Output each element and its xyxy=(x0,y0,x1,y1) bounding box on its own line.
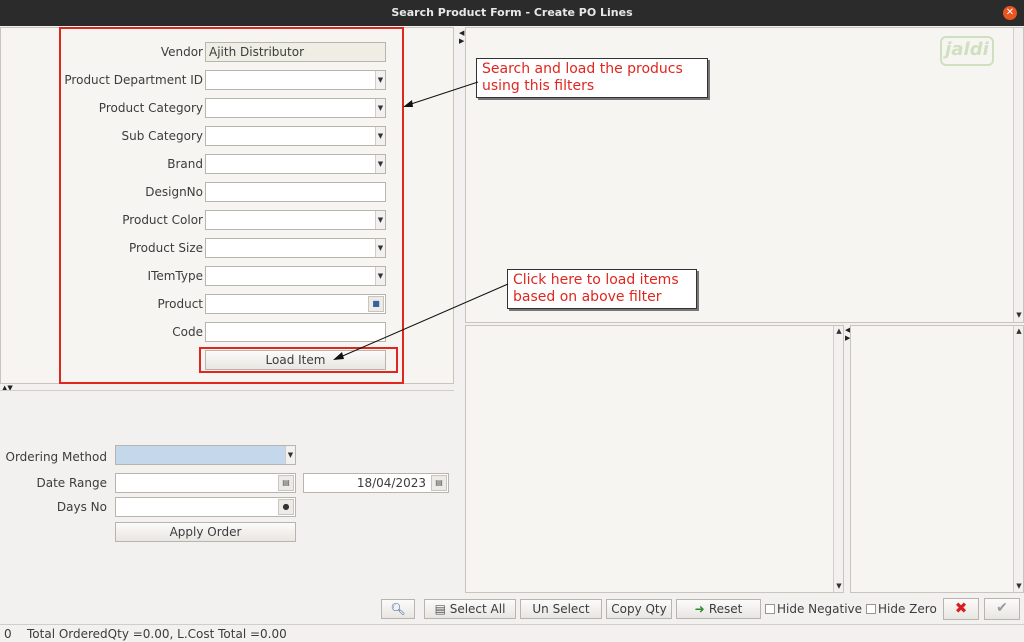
filter-callout-arrow xyxy=(403,81,479,107)
pane-collapse-arrow[interactable]: ◀ ▶ xyxy=(459,29,464,45)
subcategory-label: Sub Category xyxy=(121,129,203,143)
chevron-down-icon: ▼ xyxy=(375,239,385,257)
vendor-label: Vendor xyxy=(160,45,203,59)
color-select[interactable]: ▼ xyxy=(205,210,386,230)
size-label: Product Size xyxy=(128,241,203,255)
date-to-input[interactable]: 18/04/2023 ▤ xyxy=(303,473,449,493)
window-title: Search Product Form - Create PO Lines xyxy=(391,6,633,19)
bottom-left-pane xyxy=(465,325,844,593)
date-to-value: 18/04/2023 xyxy=(356,476,426,490)
date-range-label: Date Range xyxy=(36,476,107,490)
days-no-input[interactable]: ● xyxy=(115,497,296,517)
status-totals: Total OrderedQty =0.00, L.Cost Total =0.… xyxy=(27,627,287,641)
status-count: 0 xyxy=(4,627,12,641)
brand-label: Brand xyxy=(167,157,203,171)
calendar-icon[interactable]: ▤ xyxy=(278,475,294,491)
chevron-down-icon: ▼ xyxy=(375,127,385,145)
hide-zero-checkbox[interactable] xyxy=(866,604,876,614)
list-icon: ▤ xyxy=(434,602,450,616)
unselect-button[interactable]: Un Select xyxy=(520,599,602,619)
bottom-right-scrollbar[interactable]: ▲ ▼ xyxy=(1013,326,1023,592)
close-button[interactable]: ✕ xyxy=(1003,6,1017,20)
chevron-up-icon[interactable]: ▲ xyxy=(1014,326,1024,336)
jaldi-logo: jaldi xyxy=(940,36,994,66)
cancel-button[interactable]: ✖ xyxy=(943,598,979,620)
color-label: Product Color xyxy=(122,213,203,227)
reset-label: Reset xyxy=(708,602,743,616)
chevron-up-icon[interactable]: ▲ xyxy=(834,326,844,336)
spinner-icon[interactable]: ● xyxy=(278,499,294,515)
product-label: Product xyxy=(157,297,203,311)
search-button[interactable]: 🔍︎ xyxy=(381,599,415,619)
department-label: Product Department ID xyxy=(64,73,203,87)
select-all-label: Select All xyxy=(449,602,506,616)
status-bar: 0 Total OrderedQty =0.00, L.Cost Total =… xyxy=(0,624,1024,642)
vendor-field[interactable]: Ajith Distributor xyxy=(205,42,386,62)
hide-negative-label: Hide Negative xyxy=(777,602,863,616)
size-select[interactable]: ▼ xyxy=(205,238,386,258)
chevron-down-icon[interactable]: ▼ xyxy=(1014,581,1024,591)
filter-callout: Search and load the producs using this f… xyxy=(476,58,708,98)
subcategory-select[interactable]: ▼ xyxy=(205,126,386,146)
chevron-down-icon: ▼ xyxy=(375,155,385,173)
reset-button[interactable]: ➜ Reset xyxy=(676,599,761,619)
bottom-right-pane xyxy=(850,325,1024,593)
load-callout: Click here to load items based on above … xyxy=(507,269,697,309)
calendar-icon[interactable]: ▤ xyxy=(431,475,447,491)
ordering-method-select[interactable]: ▼ xyxy=(115,445,296,465)
confirm-button[interactable]: ✔ xyxy=(984,598,1020,620)
hide-zero-label: Hide Zero xyxy=(878,602,937,616)
load-callout-arrow xyxy=(333,283,509,360)
category-label: Product Category xyxy=(98,101,203,115)
splitter-line xyxy=(0,390,454,391)
refresh-icon: ➜ xyxy=(694,602,709,616)
itemtype-label: ITemType xyxy=(147,269,203,283)
designno-input[interactable] xyxy=(205,182,386,202)
category-select[interactable]: ▼ xyxy=(205,98,386,118)
days-no-label: Days No xyxy=(56,500,107,514)
select-all-button[interactable]: ▤ Select All xyxy=(424,599,516,619)
close-icon: ✖ xyxy=(954,599,968,617)
check-icon: ✔ xyxy=(996,600,1008,616)
chevron-down-icon: ▼ xyxy=(375,211,385,229)
copy-qty-button[interactable]: Copy Qty xyxy=(606,599,672,619)
bottom-left-scrollbar[interactable]: ▲ ▼ xyxy=(833,326,843,592)
chevron-down-icon: ▼ xyxy=(375,99,385,117)
date-from-input[interactable]: ▤ xyxy=(115,473,296,493)
department-select[interactable]: ▼ xyxy=(205,70,386,90)
chevron-down-icon[interactable]: ▼ xyxy=(1014,310,1024,320)
code-label: Code xyxy=(172,325,203,339)
hide-negative-checkbox[interactable] xyxy=(765,604,775,614)
designno-label: DesignNo xyxy=(145,185,203,199)
ordering-method-label: Ordering Method xyxy=(5,450,107,464)
brand-select[interactable]: ▼ xyxy=(205,154,386,174)
apply-order-button[interactable]: Apply Order xyxy=(115,522,296,542)
window-titlebar: Search Product Form - Create PO Lines ✕ xyxy=(0,0,1024,26)
top-pane-scrollbar[interactable]: ▼ xyxy=(1013,28,1023,322)
chevron-down-icon: ▼ xyxy=(285,446,295,464)
close-icon: ✕ xyxy=(1005,7,1015,18)
chevron-down-icon: ▼ xyxy=(375,71,385,89)
chevron-down-icon[interactable]: ▼ xyxy=(834,581,844,591)
search-icon: 🔍︎ xyxy=(390,602,406,616)
